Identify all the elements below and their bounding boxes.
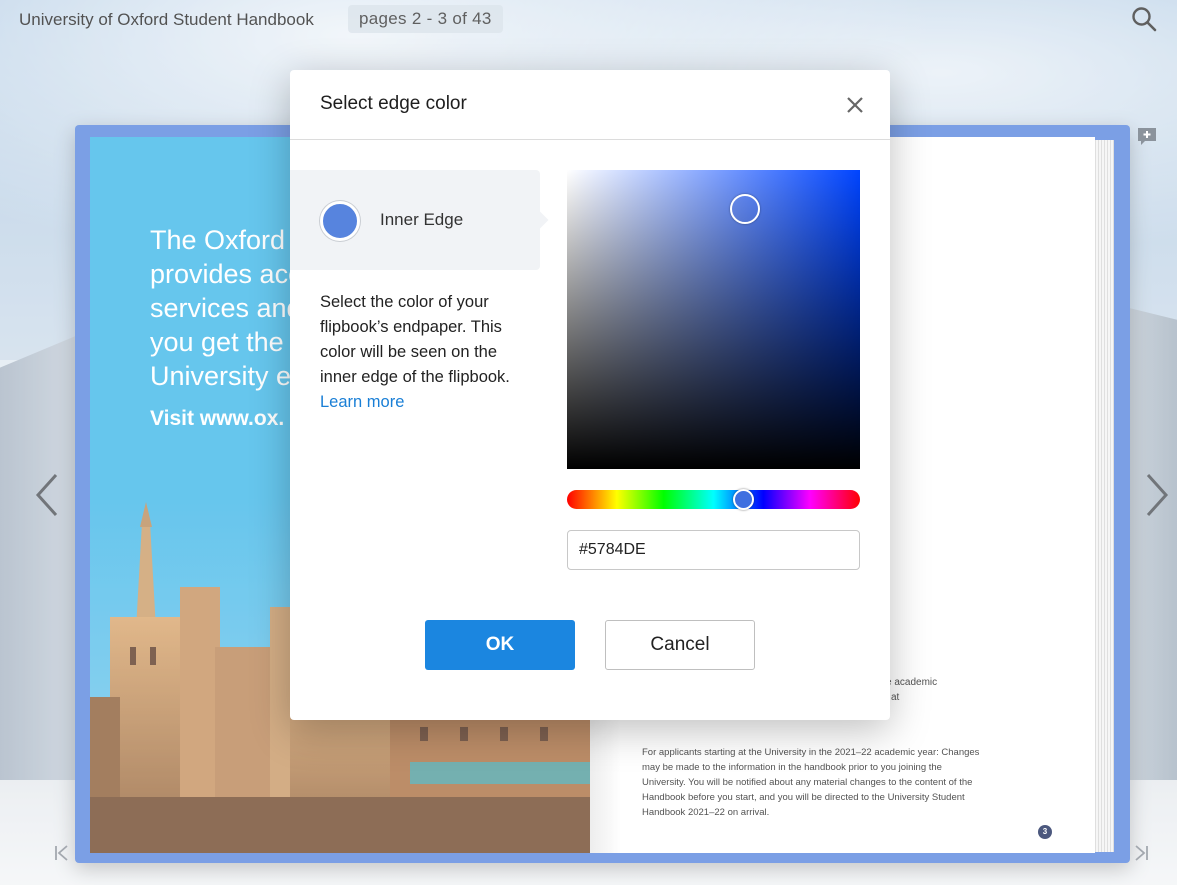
hue-slider-handle[interactable] [733, 489, 754, 510]
hue-slider[interactable] [567, 489, 860, 510]
saturation-value-picker[interactable] [567, 170, 860, 469]
dialog-description: Select the color of your flipbook’s endp… [320, 290, 535, 415]
inner-edge-label: Inner Edge [380, 210, 464, 229]
saturation-value-handle[interactable] [730, 194, 760, 224]
description-text: Select the color of your flipbook’s endp… [320, 293, 510, 386]
inner-edge-swatch [320, 201, 360, 241]
dialog-header: Select edge color [290, 70, 890, 140]
edge-color-dialog: Select edge color Inner Edge Select the … [290, 70, 890, 720]
dialog-title: Select edge color [320, 93, 467, 114]
close-icon[interactable] [842, 92, 868, 118]
learn-more-link[interactable]: Learn more [320, 393, 404, 411]
cancel-button[interactable]: Cancel [605, 620, 755, 670]
inner-edge-option[interactable]: Inner Edge [290, 170, 540, 270]
ok-button[interactable]: OK [425, 620, 575, 670]
hex-color-input[interactable] [567, 530, 860, 570]
